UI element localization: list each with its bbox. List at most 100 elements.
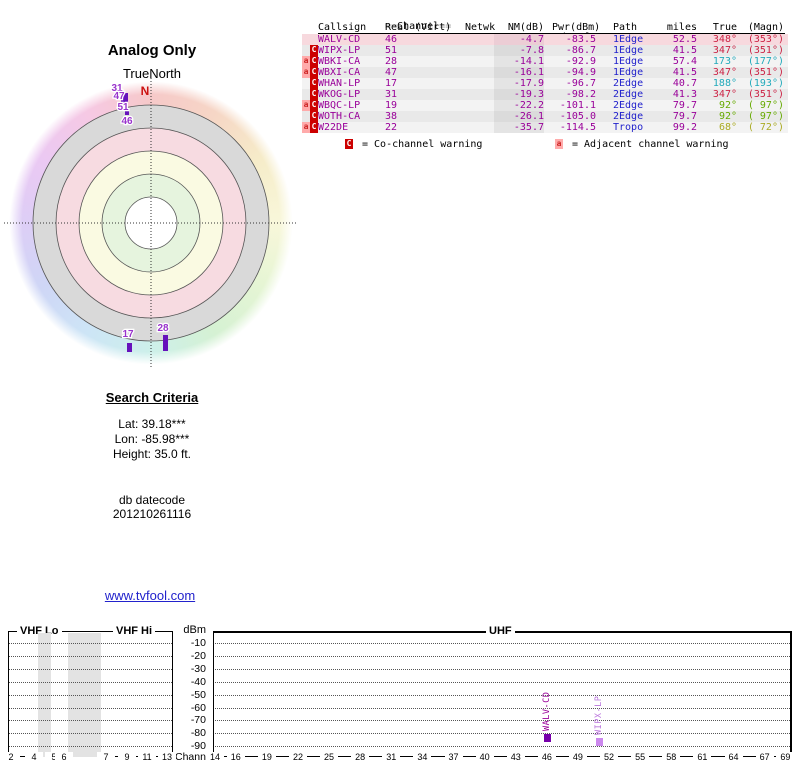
cell-channel-real: 31 (385, 89, 398, 100)
search-criteria: Search Criteria Lat: 39.18*** Lon: -85.9… (52, 390, 252, 521)
dbm-tick-label: -90 (190, 740, 206, 753)
cell-dist-miles: 41.5 (672, 67, 697, 78)
co-channel-warning-badge: C (310, 122, 318, 133)
dbm-gridline-right (215, 746, 790, 748)
dbm-gridline-right (215, 643, 790, 644)
cell-path: 1Edge (613, 34, 644, 45)
cell-nm-db: -14.1 (494, 56, 544, 67)
dbm-gridline-left (9, 746, 172, 748)
table-group-headers: ==Channel== ========Signal======== Dist … (302, 10, 788, 65)
vhf-channel-tick: 6 (55, 752, 73, 762)
cell-pwr-dbm: -101.1 (559, 100, 596, 111)
uhf-channel-tick: 19 (257, 752, 276, 762)
col-header-path: Path (613, 22, 638, 33)
radar-label-ch47: 47 (113, 91, 125, 102)
vhf-channel-tick: 2 (2, 752, 20, 762)
cell-channel-real: 28 (385, 56, 398, 67)
uhf-channel-tick: 40 (475, 752, 494, 762)
cell-azimuth-true: 68° (718, 122, 737, 133)
cell-path: 2Edge (613, 111, 644, 122)
cell-channel-real: 38 (385, 111, 398, 122)
cell-azimuth-true: 347° (712, 67, 737, 78)
dbm-gridline-right (215, 720, 790, 722)
cell-dist-miles: 99.2 (672, 122, 697, 133)
dbm-gridline-left (9, 643, 172, 644)
dbm-gridline-left (9, 668, 172, 670)
cell-azimuth-magnetic: (351°) (747, 89, 784, 100)
cell-azimuth-true: 347° (712, 45, 737, 56)
cell-azimuth-magnetic: ( 72°) (747, 122, 784, 133)
table-row: a C WBQC-LP 19 -22.2 -101.1 2Edge 79.7 92° ( 97°) (302, 100, 788, 111)
dbm-tick-label: -80 (190, 727, 206, 740)
uhf-label: UHF (486, 625, 515, 637)
vhf-channel-tick: 11 (138, 752, 156, 762)
table-row: C WIPX-LP 51 -7.8 -86.7 1Edge 41.5 347° (351°) (302, 45, 788, 56)
uhf-channel-tick: 49 (568, 752, 587, 762)
cell-channel-real: 46 (385, 34, 398, 45)
uhf-channel-tick: 58 (662, 752, 681, 762)
col-header-nm: NM(dB) (507, 22, 544, 33)
cell-callsign: WBXI-CA (318, 67, 361, 78)
dbm-gridline-right (215, 694, 790, 696)
radar-label-ch28: 28 (157, 323, 169, 334)
cell-nm-db: -19.3 (494, 89, 544, 100)
table-row: C WHAN-LP 17 -17.9 -96.7 2Edge 40.7 188° (193°) (302, 78, 788, 89)
co-channel-warning-badge: C (310, 78, 318, 89)
station-table-body: WALV-CD 46 -4.7 -83.5 1Edge 52.5 348° (353°) C WI… (302, 34, 788, 133)
warning-legend: C = Co-channel warning a = Adjacent chan… (302, 139, 788, 151)
table-row: C WOTH-CA 38 -26.1 -105.0 2Edge 79.7 92° ( 97°) (302, 111, 788, 122)
uhf-channel-tick: 31 (382, 752, 401, 762)
cell-callsign: WOTH-CA (318, 111, 361, 122)
dbm-tick-label: -50 (190, 688, 206, 701)
cell-channel-real: 17 (385, 78, 398, 89)
cell-azimuth-true: 92° (718, 111, 737, 122)
cell-nm-db: -26.1 (494, 111, 544, 122)
north-marker: N (141, 84, 150, 98)
tvfool-link[interactable]: www.tvfool.com (50, 588, 250, 603)
dbm-gridline-left (9, 694, 172, 696)
tvfool-report-page: Analog Only TrueNorth N 31 47 51 46 17 2… (0, 0, 800, 768)
uhf-channel-tick: 67 (755, 752, 774, 762)
dbm-tick-label: -70 (190, 714, 206, 727)
cell-path: Tropo (613, 122, 644, 133)
uhf-channel-tick: 25 (320, 752, 339, 762)
longitude-value: Lon: -85.98*** (114, 432, 190, 446)
cell-pwr-dbm: -114.5 (559, 122, 596, 133)
vhf-channel-tick: 4 (25, 752, 43, 762)
uhf-channel-tick: 52 (600, 752, 619, 762)
cell-azimuth-true: 188° (712, 78, 737, 89)
vhf-channel-tick: 7 (97, 752, 115, 762)
adjacent-channel-key: a (555, 139, 563, 149)
cell-path: 2Edge (613, 100, 644, 111)
latitude-value: Lat: 39.18*** (118, 417, 186, 431)
cell-azimuth-true: 348° (712, 34, 737, 45)
cell-path: 2Edge (613, 89, 644, 100)
col-header-true: True (712, 22, 737, 33)
dbm-gridline-right (215, 733, 790, 735)
col-header-miles: miles (666, 22, 697, 33)
radar-title: Analog Only (107, 42, 197, 59)
uhf-channel-tick: 46 (537, 752, 556, 762)
uhf-channel-tick: 16 (226, 752, 245, 762)
table-row: WALV-CD 46 -4.7 -83.5 1Edge 52.5 348° (353°) (302, 34, 788, 45)
cell-nm-db: -35.7 (494, 122, 544, 133)
co-channel-warning-badge: C (310, 56, 318, 67)
col-header-callsign: Callsign (318, 22, 367, 33)
cell-azimuth-magnetic: (193°) (747, 78, 784, 89)
cell-dist-miles: 52.5 (672, 34, 697, 45)
cell-callsign: WALV-CD (318, 34, 361, 45)
cell-azimuth-true: 173° (712, 56, 737, 67)
station-table: ==Channel== ========Signal======== Dist … (302, 8, 788, 168)
cell-azimuth-magnetic: ( 97°) (747, 111, 784, 122)
co-channel-text: = Co-channel warning (362, 139, 483, 150)
cell-path: 1Edge (613, 45, 644, 56)
uhf-channel-tick: 14 (206, 752, 224, 762)
search-criteria-title: Search Criteria (105, 390, 199, 405)
uhf-channel-tick: 43 (506, 752, 525, 762)
cell-pwr-dbm: -98.2 (565, 89, 596, 100)
cell-callsign: W22DE (318, 122, 349, 133)
dbm-tick-label: -10 (190, 637, 206, 649)
cell-azimuth-magnetic: (351°) (747, 67, 784, 78)
dbm-tick-label: -30 (190, 662, 206, 675)
cell-pwr-dbm: -83.5 (565, 34, 596, 45)
